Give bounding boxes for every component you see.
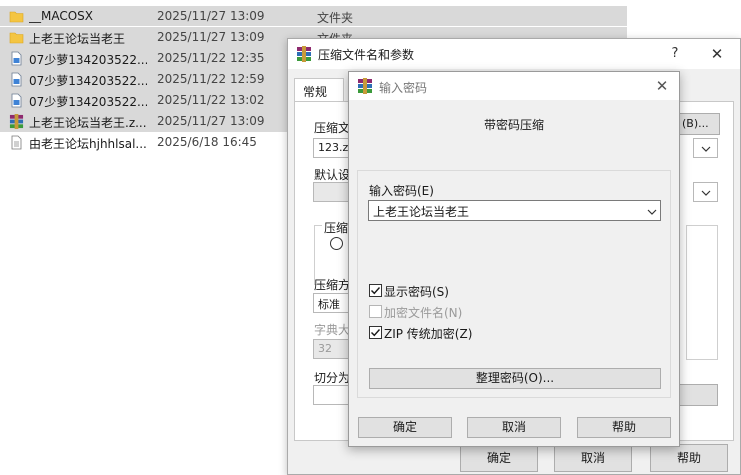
chevron-down-icon [701,190,711,196]
compression-method-dropdown[interactable]: 标准 [313,293,349,313]
file-modified-date: 2025/6/18 16:45 [157,135,257,149]
archive-name-label: 压缩文 [314,121,351,135]
password-dialog-title: 输入密码 [379,81,428,95]
image-file-icon [9,51,24,66]
checkmark-icon [371,287,381,295]
cancel-button[interactable]: 取消 [467,417,561,438]
winrar-icon [357,78,373,94]
split-volumes-label: 切分为 [314,371,351,385]
text-file-icon [9,135,24,150]
profiles-button[interactable] [313,182,349,202]
encrypt-filenames-checkbox[interactable] [369,305,382,318]
file-modified-date: 2025/11/27 13:09 [157,114,265,128]
folder-icon [9,30,24,45]
ok-button[interactable]: 确定 [460,444,538,472]
help-button[interactable]: 帮助 [650,444,728,472]
zip-legacy-encryption-checkbox[interactable] [369,326,382,339]
dictionary-size-label: 字典大 [314,323,351,337]
archive-dialog-titlebar: 压缩文件名和参数 ? ✕ [288,39,740,69]
show-password-label: 显示密码(S) [384,285,449,299]
password-dialog-titlebar: 输入密码 ✕ [349,72,679,100]
ok-button[interactable]: 确定 [358,417,452,438]
file-name: __MACOSX [29,9,94,23]
help-icon[interactable]: ? [664,44,686,64]
file-name: 07少萝134203522... [29,95,147,109]
file-name: 07少萝134203522... [29,53,147,67]
file-type: 文件夹 [317,11,354,25]
split-volumes-input[interactable] [313,385,349,405]
update-mode-dropdown[interactable] [693,182,718,202]
dictionary-size-dropdown[interactable]: 32 [313,339,349,359]
archive-format-radio[interactable] [330,237,343,250]
zip-legacy-encryption-label: ZIP 传统加密(Z) [384,327,473,341]
file-modified-date: 2025/11/27 13:09 [157,30,265,44]
enter-password-label: 输入密码(E) [369,184,434,198]
show-password-checkbox[interactable] [369,284,382,297]
chevron-down-icon[interactable] [647,207,657,217]
file-modified-date: 2025/11/22 12:59 [157,72,265,86]
organize-passwords-button[interactable]: 整理密码(O)... [369,368,661,389]
tab-general[interactable]: 常规 [294,78,344,102]
folder-icon [9,9,24,24]
file-modified-date: 2025/11/27 13:09 [157,9,265,23]
image-file-icon [9,72,24,87]
file-row[interactable]: __MACOSX 2025/11/27 13:09 文件夹 [0,6,627,26]
file-modified-date: 2025/11/22 13:02 [157,93,265,107]
cancel-button[interactable]: 取消 [554,444,632,472]
encrypt-filenames-label: 加密文件名(N) [384,306,463,320]
file-name: 上老王论坛当老王 [29,32,126,46]
password-input[interactable]: 上老王论坛当老王 [368,200,661,221]
file-name: 上老王论坛当老王.z... [29,116,147,130]
close-icon[interactable]: ✕ [706,44,728,64]
help-button[interactable]: 帮助 [577,417,671,438]
archive-format-group-label: 压缩 [322,219,351,236]
default-profile-label: 默认设 [314,168,351,182]
password-dialog-heading: 带密码压缩 [483,118,544,132]
archive-options-list [686,225,718,360]
winrar-icon [296,46,312,62]
chevron-down-icon [701,146,711,152]
file-name: 由老王论坛hjhhlsal... [29,137,147,151]
file-name: 07少萝134203522... [29,74,147,88]
image-file-icon [9,93,24,108]
browse-button[interactable]: (B)... [678,113,720,135]
archive-name-dropdown[interactable] [693,138,718,158]
close-icon[interactable]: ✕ [651,76,673,96]
archive-name-input[interactable]: 123.zip [313,138,349,158]
set-password-button[interactable] [678,384,718,406]
file-modified-date: 2025/11/22 12:35 [157,51,265,65]
archive-dialog-title: 压缩文件名和参数 [318,48,415,62]
checkmark-icon [371,329,381,337]
enter-password-dialog: 输入密码 ✕ 带密码压缩 输入密码(E) 上老王论坛当老王 显示密码(S) 加密… [348,71,680,447]
compression-method-label: 压缩方 [314,278,351,292]
winrar-archive-icon [9,114,24,129]
